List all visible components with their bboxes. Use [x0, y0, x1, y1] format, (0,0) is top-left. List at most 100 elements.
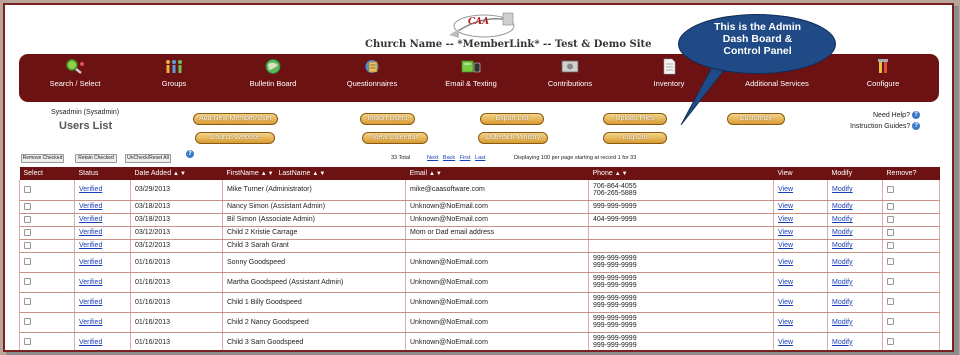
- nav-contributions[interactable]: Contributions: [528, 58, 612, 100]
- status-link[interactable]: Verified: [79, 339, 102, 346]
- view-link[interactable]: View: [778, 242, 793, 249]
- modify-link[interactable]: Modify: [832, 242, 853, 249]
- nav-groups[interactable]: Groups: [132, 58, 216, 100]
- date-cell: 03/12/2013: [130, 226, 223, 240]
- view-link[interactable]: View: [778, 259, 793, 266]
- remove-checkbox[interactable]: [887, 241, 894, 249]
- view-link[interactable]: View: [778, 186, 793, 193]
- add-new-member-button[interactable]: Add New Member/User: [193, 113, 278, 125]
- status-link[interactable]: Verified: [79, 229, 102, 236]
- remove-checkbox[interactable]: [887, 215, 894, 223]
- sort-arrows-icon[interactable]: ▲▼: [615, 171, 629, 177]
- customize-button[interactable]: Customize: [727, 113, 785, 125]
- date-cell: 03/18/2013: [130, 213, 223, 227]
- nav-bulletin-board[interactable]: Bulletin Board: [231, 58, 315, 100]
- select-checkbox[interactable]: [24, 202, 31, 210]
- modify-link[interactable]: Modify: [832, 279, 853, 286]
- col-phone[interactable]: Phone ▲▼: [588, 167, 774, 180]
- view-link[interactable]: View: [778, 203, 793, 210]
- remove-checkbox[interactable]: [887, 258, 894, 266]
- nav-questionnaires[interactable]: Questionnaires: [330, 58, 414, 100]
- pager-last[interactable]: Last: [475, 155, 485, 161]
- status-link[interactable]: Verified: [79, 299, 102, 306]
- select-checkbox[interactable]: [24, 298, 31, 306]
- select-checkbox[interactable]: [24, 258, 31, 266]
- select-checkbox[interactable]: [24, 318, 31, 326]
- select-cell: [19, 312, 75, 333]
- logo-text: CAA: [468, 17, 490, 27]
- remove-checked-button[interactable]: Remove Checked: [21, 154, 64, 163]
- church-website-button[interactable]: Church Website: [195, 132, 275, 144]
- nav-label: Configure: [866, 79, 900, 88]
- select-checkbox[interactable]: [24, 241, 31, 249]
- sort-arrows-icon[interactable]: ▲▼: [173, 171, 187, 177]
- pager-next[interactable]: Next: [427, 155, 438, 161]
- view-link[interactable]: View: [778, 216, 793, 223]
- retain-checked-button[interactable]: Retain Checked: [75, 154, 117, 163]
- status-link[interactable]: Verified: [79, 203, 102, 210]
- need-help-link[interactable]: Need Help? ?: [873, 111, 920, 119]
- modify-link[interactable]: Modify: [832, 259, 853, 266]
- remove-checkbox[interactable]: [887, 298, 894, 306]
- remove-cell: [882, 180, 940, 201]
- select-checkbox[interactable]: [24, 338, 31, 346]
- view-calendar-button[interactable]: View Calendar: [362, 132, 428, 144]
- modify-link[interactable]: Modify: [832, 216, 853, 223]
- nav-email-texting[interactable]: Email & Texting: [429, 58, 513, 100]
- modify-link[interactable]: Modify: [832, 319, 853, 326]
- view-link[interactable]: View: [778, 339, 793, 346]
- modify-link[interactable]: Modify: [832, 339, 853, 346]
- status-link[interactable]: Verified: [79, 279, 102, 286]
- modify-link[interactable]: Modify: [832, 299, 853, 306]
- status-link[interactable]: Verified: [79, 319, 102, 326]
- pager-back[interactable]: Back: [443, 155, 455, 161]
- callout-line-2: Dash Board &: [722, 33, 793, 45]
- modify-link[interactable]: Modify: [832, 229, 853, 236]
- sort-arrows-icon[interactable]: ▲▼: [312, 171, 326, 177]
- upload-files-button[interactable]: Upload Files: [603, 113, 667, 125]
- phone-secondary: 999-999-9999: [593, 322, 637, 329]
- sort-arrows-icon[interactable]: ▲▼: [261, 171, 275, 177]
- help-icon[interactable]: ?: [186, 150, 194, 158]
- outreach-ministry-button[interactable]: Outreach Ministry: [478, 132, 548, 144]
- remove-checkbox[interactable]: [887, 318, 894, 326]
- view-link[interactable]: View: [778, 229, 793, 236]
- view-cell: View: [773, 213, 828, 227]
- remove-checkbox[interactable]: [887, 202, 894, 210]
- modify-link[interactable]: Modify: [832, 203, 853, 210]
- col-date-added[interactable]: Date Added ▲▼: [130, 167, 223, 180]
- remove-checkbox[interactable]: [887, 228, 894, 236]
- log-out-button[interactable]: Log Out: [603, 132, 667, 144]
- money-icon: [561, 60, 579, 73]
- view-link[interactable]: View: [778, 279, 793, 286]
- status-link[interactable]: Verified: [79, 216, 102, 223]
- col-modify: Modify: [827, 167, 883, 180]
- view-link[interactable]: View: [778, 319, 793, 326]
- select-checkbox[interactable]: [24, 186, 31, 194]
- col-email[interactable]: Email ▲▼: [405, 167, 589, 180]
- select-checkbox[interactable]: [24, 215, 31, 223]
- remove-checkbox[interactable]: [887, 338, 894, 346]
- select-checkbox[interactable]: [24, 228, 31, 236]
- col-name[interactable]: FirstName ▲▼ LastName ▲▼: [222, 167, 406, 180]
- status-cell: Verified: [74, 272, 131, 293]
- remove-checkbox[interactable]: [887, 186, 894, 194]
- name-cell: Child 3 Sarah Grant: [222, 239, 406, 253]
- status-link[interactable]: Verified: [79, 186, 102, 193]
- uncheck-reset-button[interactable]: UnCheck/Reset All: [125, 154, 171, 163]
- status-link[interactable]: Verified: [79, 259, 102, 266]
- export-list-button[interactable]: Export List: [480, 113, 544, 125]
- remove-checkbox[interactable]: [887, 278, 894, 286]
- sort-arrows-icon[interactable]: ▲▼: [429, 171, 443, 177]
- nav-configure[interactable]: Configure: [841, 58, 925, 100]
- instruction-guides-link[interactable]: Instruction Guides? ?: [850, 122, 921, 130]
- view-link[interactable]: View: [778, 299, 793, 306]
- select-cell: [19, 252, 75, 273]
- import-users-button[interactable]: Import Users: [360, 113, 415, 125]
- select-checkbox[interactable]: [24, 278, 31, 286]
- modify-link[interactable]: Modify: [832, 186, 853, 193]
- status-link[interactable]: Verified: [79, 242, 102, 249]
- nav-label: Email & Texting: [445, 79, 497, 88]
- nav-search-select[interactable]: Search / Select: [33, 58, 117, 100]
- pager-first[interactable]: First: [460, 155, 471, 161]
